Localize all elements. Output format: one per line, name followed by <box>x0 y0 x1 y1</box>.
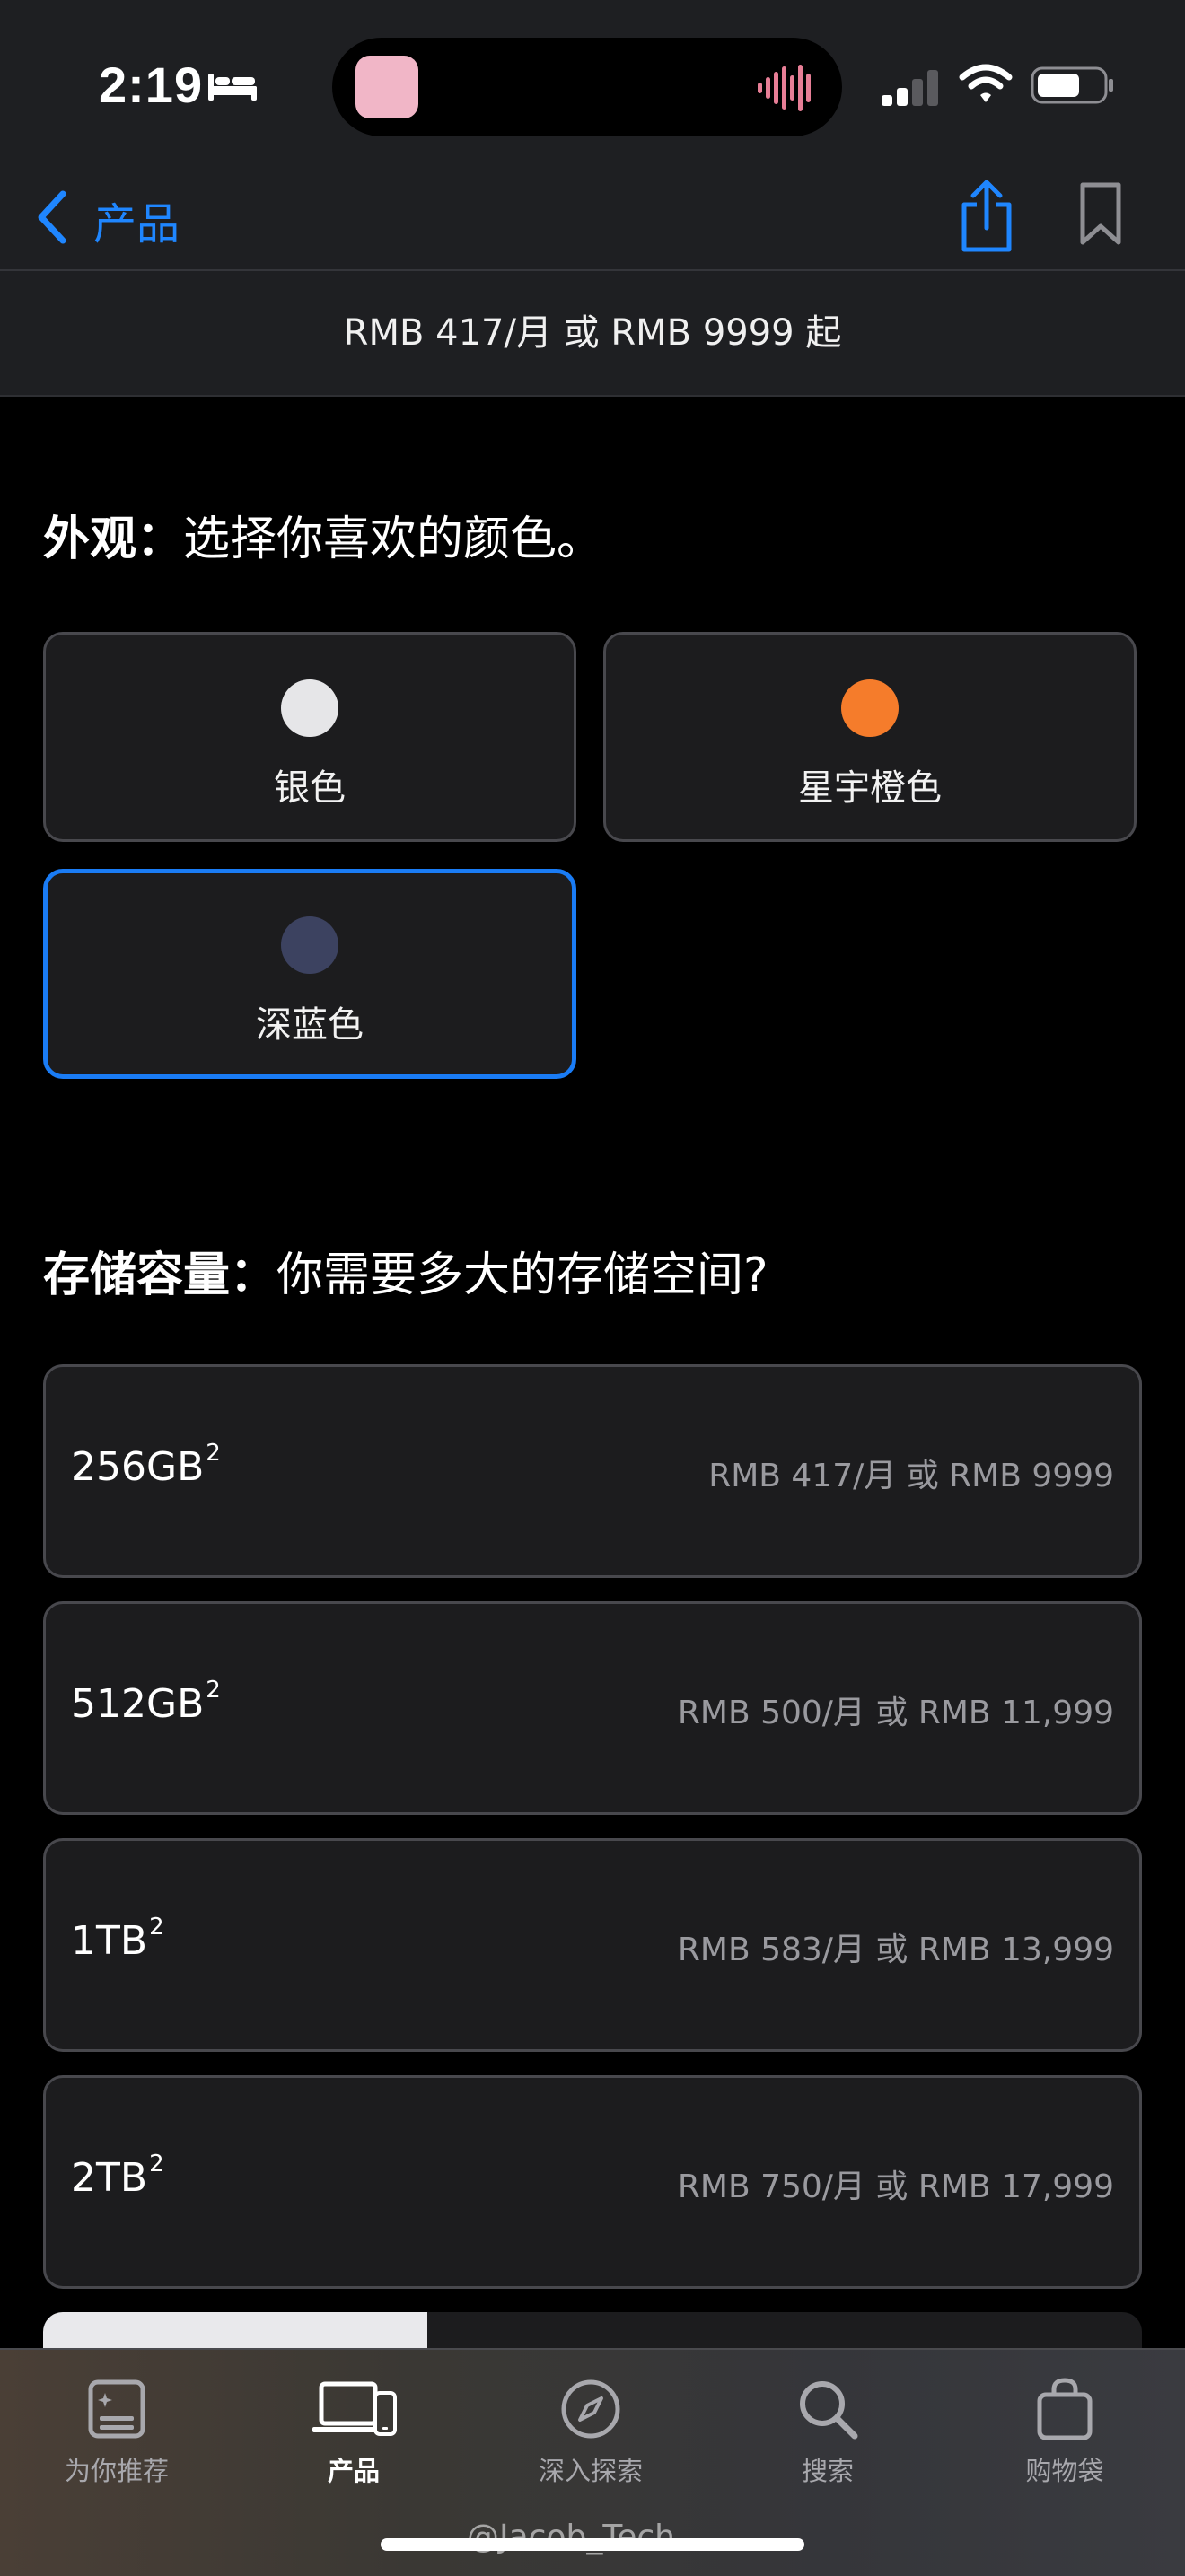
price-banner: RMB 417/月 或 RMB 9999 起 <box>343 312 842 354</box>
storage-size: 512GB2 <box>71 1677 221 1727</box>
storage-option-1tb[interactable]: 1TB2 RMB 583/月 或 RMB 13,999 <box>43 1838 1142 2052</box>
tab-bag[interactable]: 购物袋 <box>975 2377 1154 2488</box>
chevron-left-icon[interactable] <box>32 188 72 250</box>
app-thumbnail <box>356 56 418 118</box>
storage-size: 1TB2 <box>71 1914 164 1964</box>
storage-option-512gb[interactable]: 512GB2 RMB 500/月 或 RMB 11,999 <box>43 1601 1142 1815</box>
storage-size-label: 2TB <box>71 2155 148 2201</box>
color-option-silver[interactable]: 银色 <box>43 632 576 842</box>
color-swatch <box>841 679 899 737</box>
back-button[interactable]: 产品 <box>93 188 180 251</box>
color-option-deep-blue[interactable]: 深蓝色 <box>43 869 576 1079</box>
tab-label: 购物袋 <box>1025 2456 1104 2486</box>
storage-size-label: 256GB <box>71 1444 205 1490</box>
storage-heading: 存储容量：你需要多大的存储空间? <box>43 1237 768 1304</box>
for-you-icon <box>27 2377 206 2441</box>
battery-icon <box>1031 66 1115 108</box>
storage-price: RMB 500/月 或 RMB 11,999 <box>677 1695 1114 1731</box>
appearance-heading-text: 选择你喜欢的颜色。 <box>183 513 604 566</box>
cellular-signal-icon <box>882 68 941 111</box>
tab-label: 产品 <box>327 2456 380 2486</box>
home-indicator[interactable] <box>381 2538 804 2551</box>
status-bar: 2:19 <box>0 0 1185 171</box>
storage-size: 2TB2 <box>71 2151 164 2201</box>
sound-wave-icon <box>758 63 815 117</box>
storage-heading-bold: 存储容量： <box>43 1249 277 1302</box>
bag-icon <box>975 2377 1154 2441</box>
color-swatch <box>281 679 338 737</box>
color-label: 深蓝色 <box>256 1004 364 1046</box>
footnote-marker: 2 <box>206 1677 221 1704</box>
storage-size-label: 512GB <box>71 1681 205 1727</box>
tab-for-you[interactable]: 为你推荐 <box>27 2377 206 2488</box>
tab-label: 为你推荐 <box>64 2456 169 2486</box>
storage-price: RMB 583/月 或 RMB 13,999 <box>677 1932 1114 1968</box>
search-icon <box>738 2377 917 2441</box>
tab-label: 深入探索 <box>538 2456 643 2486</box>
tab-products[interactable]: 产品 <box>264 2377 443 2488</box>
bed-icon <box>206 70 259 106</box>
storage-option-2tb[interactable]: 2TB2 RMB 750/月 或 RMB 17,999 <box>43 2075 1142 2289</box>
wifi-icon <box>959 63 1013 110</box>
dynamic-island[interactable] <box>332 38 842 136</box>
share-icon[interactable] <box>957 178 1016 257</box>
products-icon <box>264 2377 443 2441</box>
storage-size-label: 1TB <box>71 1918 148 1964</box>
tab-search[interactable]: 搜索 <box>738 2377 917 2488</box>
footnote-marker: 2 <box>149 1914 164 1941</box>
footnote-marker: 2 <box>206 1440 221 1468</box>
color-option-cosmic-orange[interactable]: 星宇橙色 <box>603 632 1137 842</box>
color-swatch <box>281 916 338 974</box>
compass-icon <box>501 2377 680 2441</box>
color-label: 星宇橙色 <box>798 767 942 809</box>
color-label: 银色 <box>274 767 346 809</box>
appearance-heading-bold: 外观： <box>43 513 184 566</box>
tab-label: 搜索 <box>801 2456 854 2486</box>
tab-explore[interactable]: 深入探索 <box>501 2377 680 2488</box>
storage-price: RMB 750/月 或 RMB 17,999 <box>677 2169 1114 2205</box>
footnote-marker: 2 <box>149 2151 164 2178</box>
storage-option-256gb[interactable]: 256GB2 RMB 417/月 或 RMB 9999 <box>43 1364 1142 1578</box>
divider <box>0 395 1185 397</box>
appearance-heading: 外观：选择你喜欢的颜色。 <box>43 501 603 568</box>
status-time: 2:19 <box>99 57 204 113</box>
navigation-bar: 产品 <box>0 171 1185 269</box>
bookmark-icon[interactable] <box>1077 181 1124 251</box>
storage-size: 256GB2 <box>71 1440 221 1490</box>
top-chrome: 2:19 产品 RMB 417/月 或 RMB 9999 起 <box>0 0 1185 395</box>
storage-price: RMB 417/月 或 RMB 9999 <box>708 1458 1114 1494</box>
storage-heading-text: 你需要多大的存储空间? <box>276 1249 768 1302</box>
